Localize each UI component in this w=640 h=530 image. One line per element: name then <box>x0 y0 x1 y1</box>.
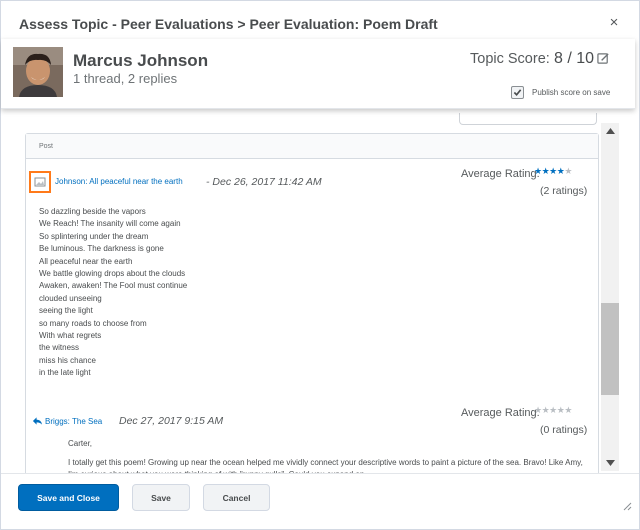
poem-line: in the late light <box>39 368 91 378</box>
poem-line: All peaceful near the earth <box>39 256 133 266</box>
poem-line: so many roads to choose from <box>39 318 147 328</box>
post-panel: Post Johnson: All peaceful near the eart… <box>25 133 599 403</box>
reply-arrow-icon <box>32 417 43 425</box>
cancel-button[interactable]: Cancel <box>203 484 270 511</box>
poem-line: Awaken, awaken! The Fool must continue <box>39 281 188 291</box>
close-icon[interactable]: × <box>607 15 621 31</box>
star-filled-icon[interactable]: ★ <box>549 166 557 176</box>
poem-line: We battle glowing drops about the clouds <box>39 269 186 279</box>
post-header-bar: Post <box>26 134 598 159</box>
post-content: So dazzling beside the vapors We Reach! T… <box>39 206 187 380</box>
reply-date: Dec 27, 2017 9:15 AM <box>119 415 224 427</box>
reply-rating-stars[interactable]: ★★★★★ <box>534 405 572 416</box>
post-thumbnail[interactable] <box>29 171 51 193</box>
scrollbar-thumb[interactable] <box>601 303 619 395</box>
star-empty-icon[interactable]: ★ <box>564 405 572 415</box>
user-summary-header: Marcus Johnson 1 thread, 2 replies Topic… <box>1 39 635 109</box>
user-name: Marcus Johnson <box>73 51 209 70</box>
reply-rating-count: (0 ratings) <box>540 424 588 436</box>
post-body: Johnson: All peaceful near the earth - D… <box>26 160 598 398</box>
star-empty-icon[interactable]: ★ <box>534 405 542 415</box>
dialog-footer: Save and Close Save Cancel <box>1 473 639 529</box>
thread-scroll-area[interactable]: Post Johnson: All peaceful near the eart… <box>1 109 621 473</box>
poem-line: So dazzling beside the vapors <box>39 207 146 216</box>
poem-line: With what regrets <box>39 331 102 341</box>
user-avatar-photo-icon <box>13 47 63 97</box>
save-and-close-button[interactable]: Save and Close <box>18 484 119 511</box>
post-rating-label: Average Rating: <box>461 168 540 180</box>
reply-rating-label: Average Rating: <box>461 407 540 419</box>
star-empty-icon[interactable]: ★ <box>564 166 572 176</box>
edit-icon[interactable] <box>597 52 610 65</box>
star-empty-icon[interactable]: ★ <box>549 405 557 415</box>
vertical-scrollbar[interactable] <box>601 123 619 471</box>
reply-panel: Briggs: The Sea Dec 27, 2017 9:15 AM Ave… <box>25 399 599 473</box>
image-icon <box>34 177 46 187</box>
partial-control <box>459 113 597 125</box>
checkmark-icon <box>513 89 522 96</box>
poem-line: So splintering under the dream <box>39 231 149 241</box>
publish-score-checkbox[interactable] <box>511 86 524 99</box>
post-date: - Dec 26, 2017 11:42 AM <box>206 176 322 188</box>
post-title-link[interactable]: Johnson: All peaceful near the earth <box>55 177 183 186</box>
topic-score-value: 8 / 10 <box>554 50 595 67</box>
poem-line: miss his chance <box>39 355 96 365</box>
topic-score-label: Topic Score: <box>470 51 550 67</box>
star-filled-icon[interactable]: ★ <box>534 166 542 176</box>
poem-line: Be luminous. The darkness is gone <box>39 244 164 254</box>
reply-body: I totally get this poem! Growing up near… <box>68 458 583 473</box>
dialog-title: Assess Topic - Peer Evaluations > Peer E… <box>19 16 438 32</box>
user-thread-summary: 1 thread, 2 replies <box>73 71 178 86</box>
post-rating-count: (2 ratings) <box>540 185 588 197</box>
poem-line: seeing the light <box>39 306 93 316</box>
poem-line: the witness <box>39 343 80 353</box>
avatar <box>13 47 63 97</box>
post-rating-stars[interactable]: ★★★★★ <box>534 166 572 177</box>
assess-topic-dialog: Assess Topic - Peer Evaluations > Peer E… <box>0 0 640 530</box>
scroll-up-arrow-icon[interactable] <box>601 123 619 139</box>
scroll-down-arrow-icon[interactable] <box>601 455 619 471</box>
reply-title-link[interactable]: Briggs: The Sea <box>45 417 102 426</box>
dialog-title-bar: Assess Topic - Peer Evaluations > Peer E… <box>1 1 639 41</box>
resize-grip-icon[interactable] <box>622 501 632 511</box>
reply-greeting: Carter, <box>68 439 93 448</box>
post-column-header: Post <box>39 143 54 150</box>
poem-line: clouded unseeing <box>39 293 102 303</box>
poem-line: We Reach! The insanity will come again <box>39 219 181 229</box>
publish-score-label: Publish score on save <box>532 88 611 97</box>
save-button[interactable]: Save <box>132 484 190 511</box>
